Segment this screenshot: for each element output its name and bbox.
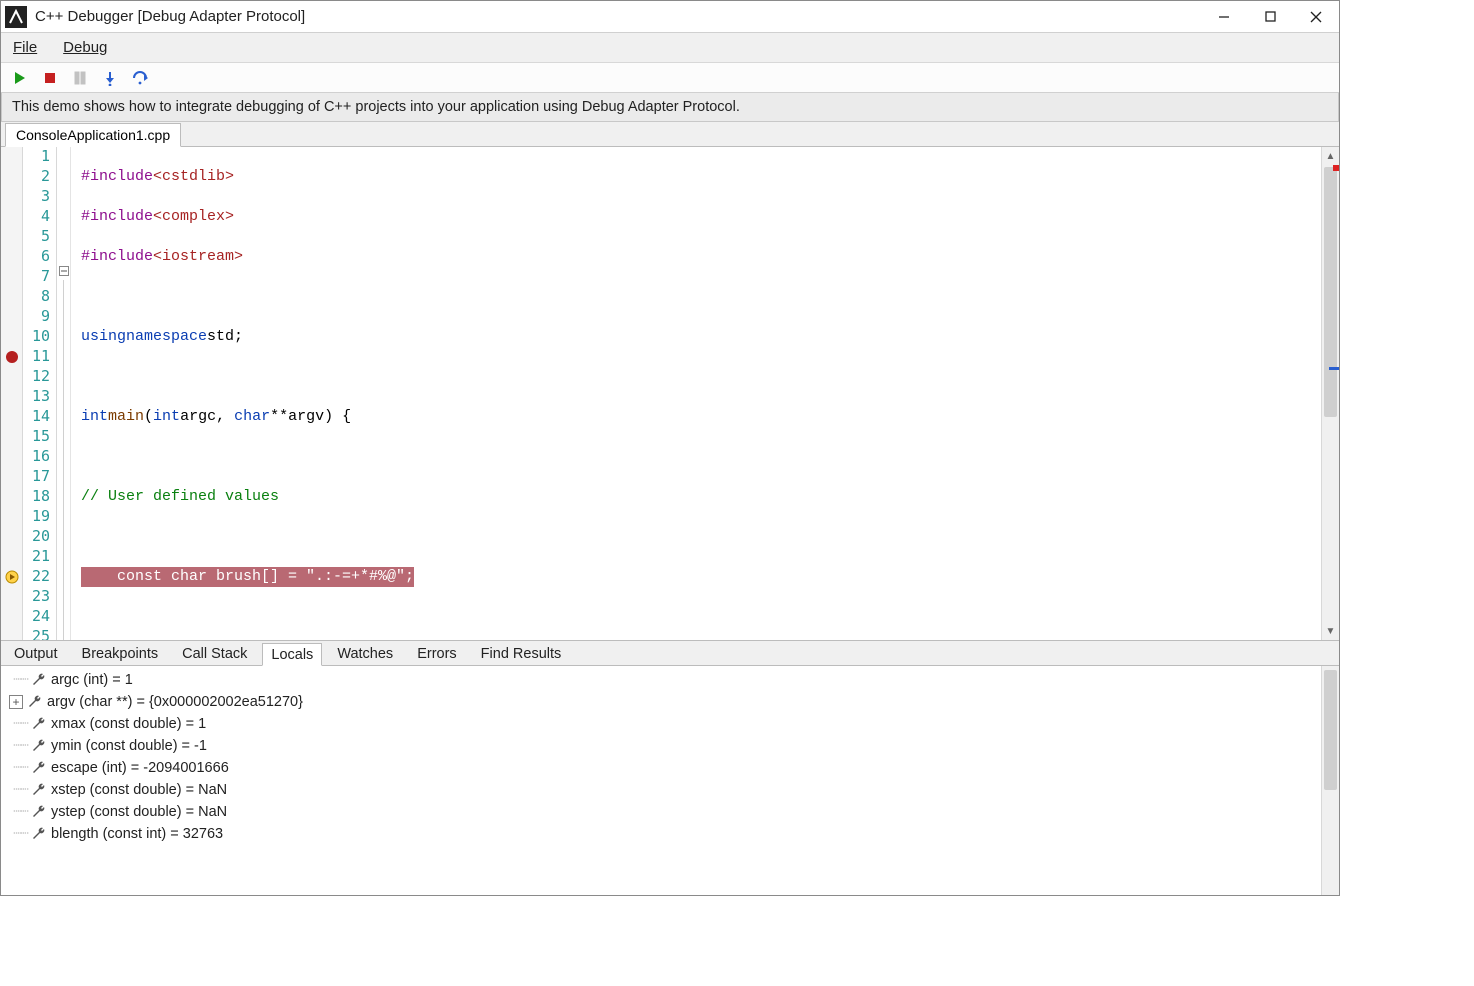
editor-tab-row: ConsoleApplication1.cpp xyxy=(1,122,1339,147)
scroll-thumb[interactable] xyxy=(1324,167,1337,417)
execution-arrow-icon xyxy=(5,570,19,584)
tab-errors[interactable]: Errors xyxy=(408,642,465,665)
locals-row[interactable]: ┈┈ ymin (const double) = -1 xyxy=(3,735,1337,757)
locals-row-text: argc (int) = 1 xyxy=(51,672,133,688)
pause-button[interactable] xyxy=(71,69,89,87)
breakpoint-marker[interactable] xyxy=(1,347,22,367)
tree-connector: ┈┈ xyxy=(9,782,31,798)
info-strip: This demo shows how to integrate debuggi… xyxy=(1,93,1339,122)
stop-button[interactable] xyxy=(41,69,59,87)
app-window: C++ Debugger [Debug Adapter Protocol] Fi… xyxy=(0,0,1340,896)
breakpoint-gutter[interactable] xyxy=(1,147,23,640)
minimize-button[interactable] xyxy=(1201,1,1247,32)
title-bar: C++ Debugger [Debug Adapter Protocol] xyxy=(1,1,1339,33)
maximize-button[interactable] xyxy=(1247,1,1293,32)
locals-row[interactable]: ┈┈ xmax (const double) = 1 xyxy=(3,713,1337,735)
panel-tabs: Output Breakpoints Call Stack Locals Wat… xyxy=(1,641,1339,666)
wrench-icon xyxy=(31,738,47,754)
tab-watches[interactable]: Watches xyxy=(328,642,402,665)
tab-locals[interactable]: Locals xyxy=(262,643,322,666)
overview-current-mark xyxy=(1329,367,1339,370)
wrench-icon xyxy=(27,694,43,710)
panel-scroll-thumb[interactable] xyxy=(1324,670,1337,790)
wrench-icon xyxy=(31,804,47,820)
locals-panel[interactable]: ┈┈ argc (int) = 1 + argv (char **) = {0x000… xyxy=(1,666,1339,895)
locals-row[interactable]: ┈┈ ystep (const double) = NaN xyxy=(3,801,1337,823)
tree-connector: ┈┈ xyxy=(9,760,31,776)
fold-gutter[interactable] xyxy=(57,147,71,640)
run-button[interactable] xyxy=(11,69,29,87)
tab-breakpoints[interactable]: Breakpoints xyxy=(73,642,168,665)
tab-call-stack[interactable]: Call Stack xyxy=(173,642,256,665)
bottom-panel: Output Breakpoints Call Stack Locals Wat… xyxy=(1,641,1339,895)
editor-scrollbar[interactable]: ▲ ▼ xyxy=(1321,147,1339,640)
locals-row-text: xstep (const double) = NaN xyxy=(51,782,227,798)
current-line-marker[interactable] xyxy=(1,567,22,587)
step-over-button[interactable] xyxy=(131,69,149,87)
code-content[interactable]: #include <cstdlib> #include <complex> #i… xyxy=(71,147,1321,640)
locals-row[interactable]: ┈┈ escape (int) = -2094001666 xyxy=(3,757,1337,779)
tab-output[interactable]: Output xyxy=(5,642,67,665)
tree-expand-toggle[interactable]: + xyxy=(9,695,23,709)
fold-toggle[interactable] xyxy=(57,261,70,280)
debug-toolbar xyxy=(1,63,1339,93)
breakpoint-dot-icon xyxy=(6,351,18,363)
close-button[interactable] xyxy=(1293,1,1339,32)
menu-bar: File Debug xyxy=(1,33,1339,63)
tree-connector: ┈┈ xyxy=(9,804,31,820)
menu-debug-label: Debug xyxy=(63,39,107,56)
window-controls xyxy=(1201,1,1339,32)
app-icon xyxy=(5,6,27,28)
step-into-button[interactable] xyxy=(101,69,119,87)
locals-row[interactable]: ┈┈ xstep (const double) = NaN xyxy=(3,779,1337,801)
code-editor[interactable]: 123 456 789 101112 131415 161718 192021 … xyxy=(1,147,1339,640)
locals-row-text: blength (const int) = 32763 xyxy=(51,826,223,842)
overview-breakpoint-mark xyxy=(1333,165,1339,171)
tree-connector: ┈┈ xyxy=(9,672,31,688)
wrench-icon xyxy=(31,672,47,688)
locals-row-text: escape (int) = -2094001666 xyxy=(51,760,229,776)
window-title: C++ Debugger [Debug Adapter Protocol] xyxy=(35,8,1201,25)
locals-row[interactable]: ┈┈ blength (const int) = 32763 xyxy=(3,823,1337,845)
editor-tab[interactable]: ConsoleApplication1.cpp xyxy=(5,123,181,147)
tree-connector: ┈┈ xyxy=(9,826,31,842)
menu-file-label: File xyxy=(13,39,37,56)
wrench-icon xyxy=(31,760,47,776)
editor-tab-label: ConsoleApplication1.cpp xyxy=(16,127,170,143)
locals-row-text: ymin (const double) = -1 xyxy=(51,738,207,754)
locals-row-text: argv (char **) = {0x000002002ea51270} xyxy=(47,694,303,710)
panel-scrollbar[interactable] xyxy=(1321,666,1339,895)
locals-row[interactable]: + argv (char **) = {0x000002002ea51270} xyxy=(3,691,1337,713)
menu-debug[interactable]: Debug xyxy=(59,37,111,58)
breakpoint-line: const char brush[] = ".:-=+*#%@"; xyxy=(81,567,414,587)
tree-connector: ┈┈ xyxy=(9,716,31,732)
editor-area: 123 456 789 101112 131415 161718 192021 … xyxy=(1,147,1339,641)
menu-file[interactable]: File xyxy=(9,37,41,58)
locals-row-text: ystep (const double) = NaN xyxy=(51,804,227,820)
locals-row-text: xmax (const double) = 1 xyxy=(51,716,206,732)
wrench-icon xyxy=(31,716,47,732)
scroll-up-icon[interactable]: ▲ xyxy=(1322,147,1339,165)
tab-find-results[interactable]: Find Results xyxy=(472,642,571,665)
wrench-icon xyxy=(31,826,47,842)
wrench-icon xyxy=(31,782,47,798)
scroll-down-icon[interactable]: ▼ xyxy=(1322,622,1339,640)
locals-row[interactable]: ┈┈ argc (int) = 1 xyxy=(3,669,1337,691)
line-number-gutter: 123 456 789 101112 131415 161718 192021 … xyxy=(23,147,57,640)
tree-connector: ┈┈ xyxy=(9,738,31,754)
